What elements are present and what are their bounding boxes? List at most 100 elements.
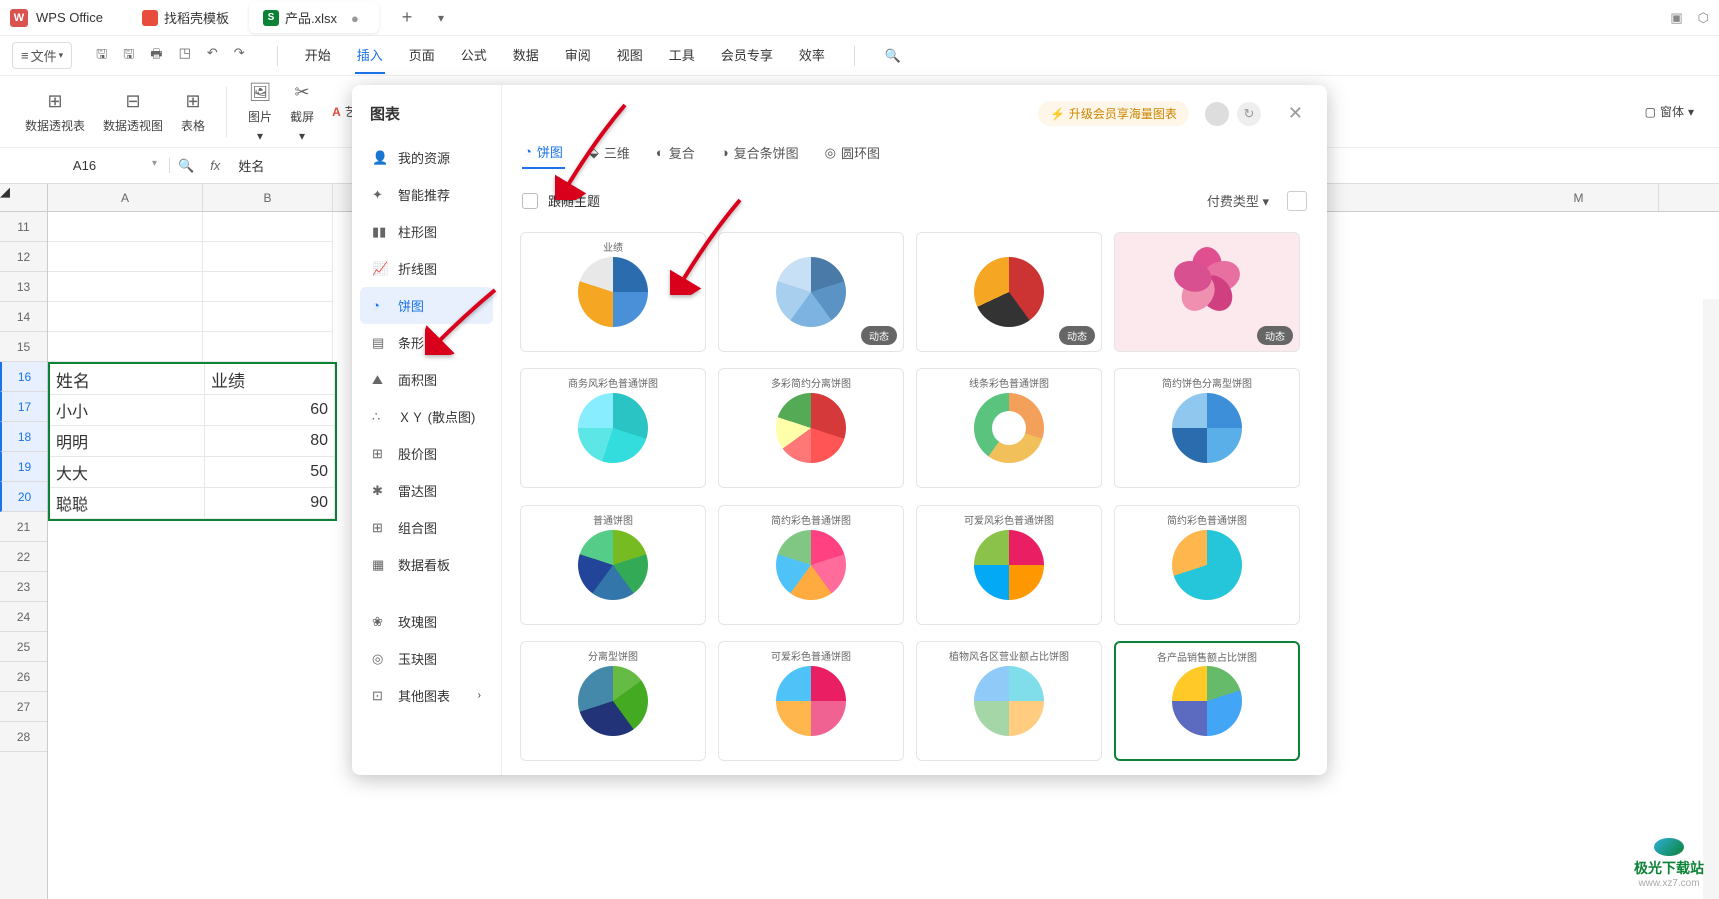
row-header[interactable]: 14: [0, 302, 47, 332]
cell[interactable]: 业绩: [205, 364, 335, 395]
menu-tab-member[interactable]: 会员专享: [719, 37, 775, 74]
sidebar-item-column[interactable]: ▮▮柱形图: [360, 213, 493, 250]
avatar[interactable]: [1205, 102, 1229, 126]
row-header[interactable]: 11: [0, 212, 47, 242]
zoom-icon[interactable]: 🔍: [170, 158, 202, 174]
sidebar-item-stock[interactable]: ⊞股价图: [360, 435, 493, 472]
menu-tab-page[interactable]: 页面: [407, 37, 437, 74]
tab-add-button[interactable]: +: [395, 6, 419, 30]
row-header[interactable]: 24: [0, 602, 47, 632]
template-card[interactable]: 可爱彩色普通饼图: [718, 641, 904, 761]
template-card[interactable]: 商务风彩色普通饼图: [520, 368, 706, 488]
row-header[interactable]: 12: [0, 242, 47, 272]
template-card[interactable]: 动态: [1114, 232, 1300, 352]
template-card[interactable]: 线条彩色普通饼图: [916, 368, 1102, 488]
save-icon[interactable]: 🖫: [92, 43, 111, 69]
tab-template[interactable]: 找稻壳模板: [128, 2, 243, 33]
undo-icon[interactable]: ↶: [203, 43, 222, 69]
row-header[interactable]: 20: [0, 482, 47, 512]
template-card[interactable]: 简约彩色普通饼图: [718, 505, 904, 625]
fx-button[interactable]: fx: [202, 158, 228, 173]
template-card[interactable]: 分离型饼图: [520, 641, 706, 761]
template-card[interactable]: 简约饼色分离型饼图: [1114, 368, 1300, 488]
subtype-tab-composite-bar[interactable]: ◑复合条饼图: [719, 136, 801, 169]
template-card[interactable]: 可爱风彩色普通饼图: [916, 505, 1102, 625]
menu-tab-tools[interactable]: 工具: [667, 37, 697, 74]
row-header[interactable]: 16: [0, 362, 47, 392]
col-header[interactable]: M: [1499, 184, 1659, 211]
layout-icon[interactable]: ▣: [1670, 10, 1682, 26]
sidebar-item-dashboard[interactable]: ▦数据看板: [360, 546, 493, 583]
cell[interactable]: 50: [205, 457, 335, 488]
refresh-icon[interactable]: ↻: [1237, 102, 1261, 126]
row-header[interactable]: 23: [0, 572, 47, 602]
cell-reference-input[interactable]: A16: [0, 158, 170, 173]
cell[interactable]: 明明: [50, 426, 205, 457]
sidebar-item-line[interactable]: 📈折线图: [360, 250, 493, 287]
row-header[interactable]: 19: [0, 452, 47, 482]
grid-view-icon[interactable]: [1287, 191, 1307, 211]
pivot-chart-button[interactable]: ⊟数据透视图: [98, 89, 168, 134]
menu-tab-view[interactable]: 视图: [615, 37, 645, 74]
tab-menu-button[interactable]: ▾: [429, 6, 453, 30]
cell[interactable]: 小小: [50, 395, 205, 426]
template-card[interactable]: 简约彩色普通饼图: [1114, 505, 1300, 625]
template-card-selected[interactable]: 各产品销售额占比饼图: [1114, 641, 1300, 761]
upgrade-badge[interactable]: ⚡ 升级会员享海量图表: [1038, 101, 1189, 126]
sidebar-item-other[interactable]: ⊡其他图表 ›: [360, 677, 493, 714]
cell[interactable]: 80: [205, 426, 335, 457]
menu-tab-insert[interactable]: 插入: [355, 37, 385, 74]
subtype-tab-donut[interactable]: ◎圆环图: [823, 136, 882, 169]
subtype-tab-composite[interactable]: ◐复合: [654, 136, 697, 169]
menu-tab-formula[interactable]: 公式: [459, 37, 489, 74]
row-header[interactable]: 27: [0, 692, 47, 722]
picture-button[interactable]: 🖼图片 ▾: [243, 80, 277, 143]
row-header[interactable]: 22: [0, 542, 47, 572]
tab-file[interactable]: S 产品.xlsx ●: [249, 2, 379, 33]
table-button[interactable]: ⊞表格: [176, 89, 210, 134]
row-header[interactable]: 25: [0, 632, 47, 662]
row-header[interactable]: 15: [0, 332, 47, 362]
file-menu-button[interactable]: ≡ 文件 ▾: [12, 42, 72, 69]
col-header[interactable]: A: [48, 184, 203, 211]
follow-theme-checkbox[interactable]: [522, 193, 538, 209]
pay-type-dropdown[interactable]: 付费类型 ▾: [1199, 187, 1277, 214]
menu-tab-data[interactable]: 数据: [511, 37, 541, 74]
sidebar-item-xy[interactable]: ∴ＸＹ (散点图): [360, 398, 493, 435]
close-button[interactable]: ✕: [1284, 99, 1307, 128]
menu-tab-start[interactable]: 开始: [303, 37, 333, 74]
menu-tab-efficiency[interactable]: 效率: [797, 37, 827, 74]
screenshot-button[interactable]: ✂截屏 ▾: [285, 80, 319, 143]
template-card[interactable]: 普通饼图: [520, 505, 706, 625]
row-header[interactable]: 28: [0, 722, 47, 752]
template-card[interactable]: 植物风各区营业额占比饼图: [916, 641, 1102, 761]
pivot-table-button[interactable]: ⊞数据透视表: [20, 89, 90, 134]
redo-icon[interactable]: ↷: [230, 43, 249, 69]
print-preview-icon[interactable]: ◳: [175, 43, 195, 69]
col-header[interactable]: B: [203, 184, 333, 211]
row-header[interactable]: 26: [0, 662, 47, 692]
cell[interactable]: 90: [205, 488, 335, 519]
save-as-icon[interactable]: 🖫: [119, 43, 138, 69]
tab-close-icon[interactable]: ●: [351, 11, 365, 25]
cell[interactable]: 姓名: [50, 364, 205, 395]
row-header[interactable]: 18: [0, 422, 47, 452]
sidebar-item-my-resources[interactable]: 👤我的资源: [360, 139, 493, 176]
row-header[interactable]: 17: [0, 392, 47, 422]
sidebar-item-rose[interactable]: ❀玫瑰图: [360, 603, 493, 640]
sidebar-item-area[interactable]: ⛰面积图: [360, 361, 493, 398]
sidebar-item-radar[interactable]: ✱雷达图: [360, 472, 493, 509]
cell[interactable]: 60: [205, 395, 335, 426]
sidebar-item-smart-recommend[interactable]: ✦智能推荐: [360, 176, 493, 213]
sidebar-item-jade[interactable]: ◎玉玦图: [360, 640, 493, 677]
cell[interactable]: 聪聪: [50, 488, 205, 519]
vertical-scrollbar[interactable]: [1703, 299, 1719, 899]
corner-cell[interactable]: ◢: [0, 184, 47, 212]
row-header[interactable]: 21: [0, 512, 47, 542]
template-card[interactable]: 多彩简约分离饼图: [718, 368, 904, 488]
menu-tab-review[interactable]: 审阅: [563, 37, 593, 74]
cell[interactable]: 大大: [50, 457, 205, 488]
template-card[interactable]: 动态: [916, 232, 1102, 352]
row-header[interactable]: 13: [0, 272, 47, 302]
search-icon[interactable]: 🔍: [885, 48, 901, 64]
